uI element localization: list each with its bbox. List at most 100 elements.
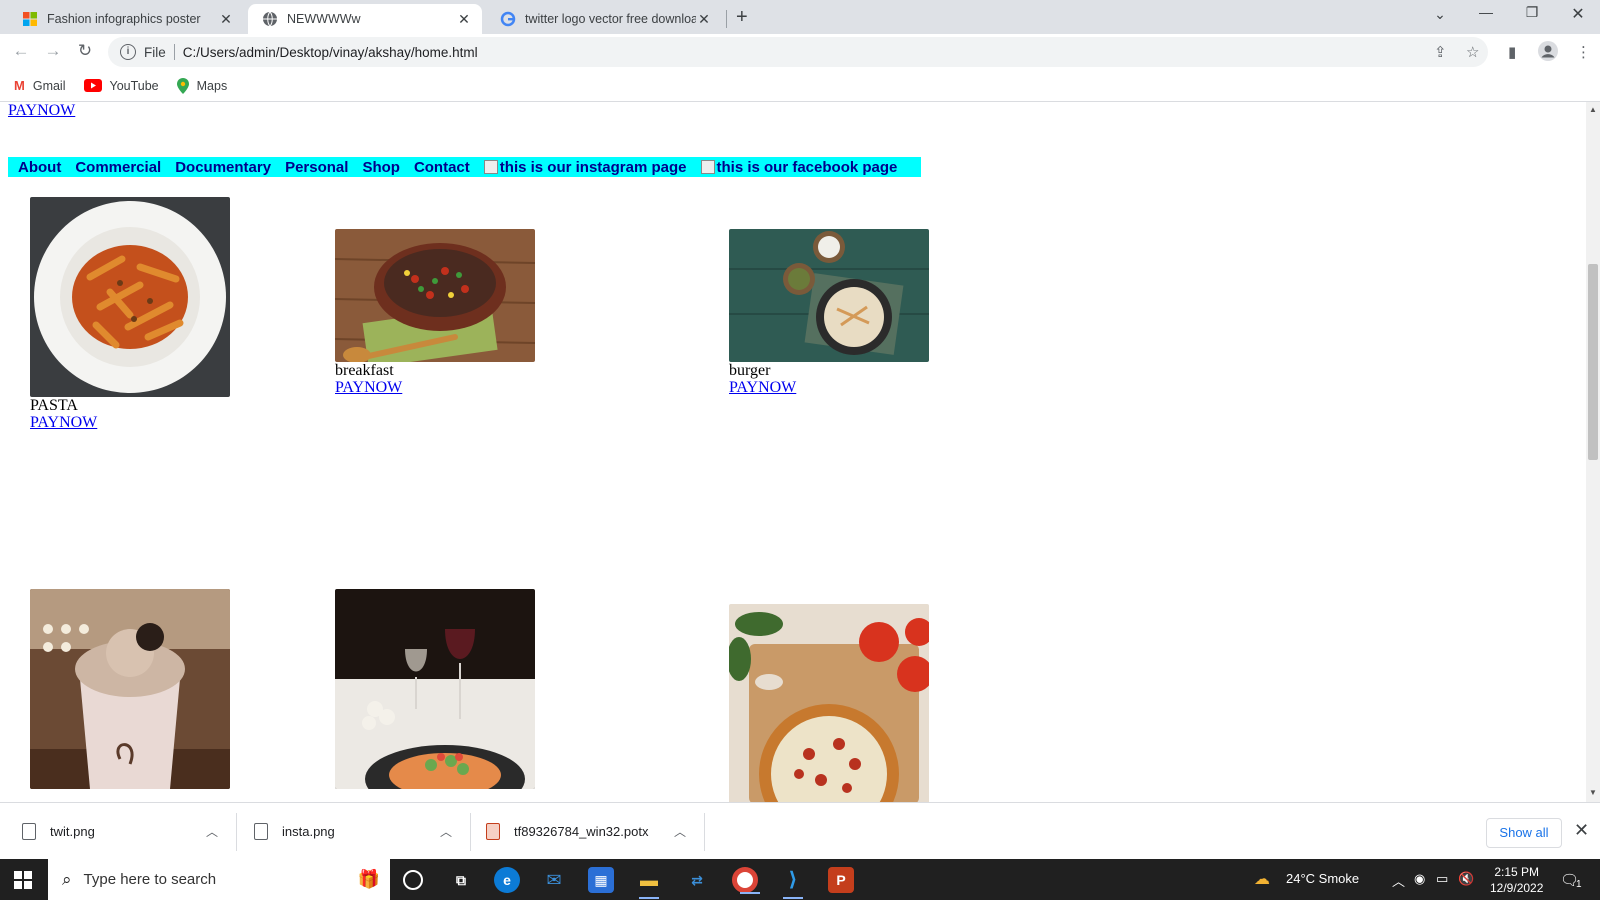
nav-contact[interactable]: Contact: [414, 159, 470, 176]
powerpoint-file-icon: [486, 823, 500, 840]
scroll-down-arrow-icon[interactable]: ▼: [1589, 788, 1597, 797]
close-window-button[interactable]: ✕: [1558, 4, 1598, 24]
youtube-icon: [83, 79, 102, 92]
menu-kebab-icon[interactable]: ⋮: [1576, 43, 1591, 61]
tab-title: Fashion infographics poster: [47, 12, 201, 26]
network-icon[interactable]: ▭: [1436, 871, 1448, 887]
close-icon[interactable]: ✕: [1574, 820, 1589, 841]
nav-shop[interactable]: Shop: [362, 159, 400, 176]
breakfast-photo: [335, 229, 535, 362]
address-url[interactable]: C:/Users/admin/Desktop/vinay/akshay/home…: [183, 45, 478, 60]
volume-muted-icon[interactable]: 🔇: [1458, 871, 1474, 887]
search-highlight-icon: 🎁: [357, 869, 380, 889]
meet-now-icon[interactable]: ◉: [1414, 871, 1425, 887]
forward-button[interactable]: →: [42, 41, 64, 61]
food-card-milkshake: [30, 589, 230, 789]
bookmarks-bar: M Gmail YouTube Maps: [0, 70, 1600, 102]
download-item-twit[interactable]: twit.png ︿: [22, 803, 222, 860]
new-tab-button[interactable]: +: [736, 6, 748, 29]
weather-icon[interactable]: ☁: [1254, 869, 1270, 889]
cortana-icon[interactable]: [403, 870, 423, 890]
task-view-icon[interactable]: ⧉: [448, 867, 474, 893]
food-caption: PASTA: [30, 397, 78, 414]
tab-newwwwww[interactable]: NEWWWWw ✕: [248, 4, 482, 34]
mail-icon[interactable]: ✉: [541, 867, 567, 893]
bookmark-youtube[interactable]: YouTube: [83, 79, 159, 93]
chevron-up-icon[interactable]: ︿: [440, 823, 452, 840]
scrollbar-thumb[interactable]: [1588, 264, 1598, 460]
share-icon[interactable]: ⇪: [1434, 43, 1447, 61]
chevron-up-icon[interactable]: ︿: [674, 823, 686, 840]
file-explorer-icon[interactable]: ▬: [636, 867, 662, 899]
side-panel-icon[interactable]: ▮: [1508, 43, 1516, 61]
paynow-link-top[interactable]: PAYNOW: [8, 102, 75, 120]
weather-text[interactable]: 24°C Smoke: [1286, 871, 1359, 886]
store-icon[interactable]: ▦: [588, 867, 614, 893]
download-separator: [236, 813, 237, 851]
close-icon[interactable]: ✕: [456, 11, 472, 28]
taskbar-clock[interactable]: 2:15 PM 12/9/2022: [1490, 864, 1543, 896]
nav-about[interactable]: About: [18, 159, 61, 176]
burger-photo: [729, 229, 929, 362]
restore-button[interactable]: ❐: [1512, 4, 1552, 21]
paynow-link[interactable]: PAYNOW: [30, 414, 97, 431]
tab-search-chevron-icon[interactable]: ⌄: [1420, 6, 1460, 23]
bookmark-star-icon[interactable]: ☆: [1466, 43, 1479, 61]
bookmark-label: Maps: [196, 78, 228, 93]
bookmark-label: Gmail: [32, 78, 66, 93]
back-button[interactable]: ←: [10, 41, 32, 61]
broken-image-icon: [483, 160, 498, 174]
powerpoint-icon[interactable]: P: [828, 867, 854, 893]
chevron-up-icon[interactable]: ︿: [1392, 871, 1405, 890]
image-file-icon: [22, 823, 36, 840]
nav-bar: About Commercial Documentary Personal Sh…: [8, 157, 922, 177]
tab-twitter-logo[interactable]: twitter logo vector free downloa ✕: [486, 4, 722, 34]
microsoft-icon: [23, 12, 37, 26]
nav-personal[interactable]: Personal: [285, 159, 348, 176]
tab-title: twitter logo vector free downloa: [525, 12, 696, 26]
download-item-insta[interactable]: insta.png ︿: [254, 803, 454, 860]
show-all-button[interactable]: Show all: [1486, 818, 1562, 848]
close-icon[interactable]: ✕: [218, 11, 234, 28]
address-divider: [173, 44, 175, 60]
paynow-link[interactable]: PAYNOW: [729, 379, 796, 396]
food-card-burger: burger PAYNOW: [729, 229, 929, 397]
instagram-link[interactable]: this is our instagram page: [483, 158, 687, 176]
download-separator: [470, 813, 471, 851]
chevron-up-icon[interactable]: ︿: [206, 823, 218, 840]
tab-separator: [726, 10, 727, 28]
gmail-icon: M: [14, 78, 25, 93]
minimize-button[interactable]: —: [1466, 4, 1506, 20]
tab-fashion-infographics[interactable]: Fashion infographics poster ✕: [8, 4, 244, 34]
profile-avatar[interactable]: [1538, 41, 1558, 65]
milkshake-photo: [30, 589, 230, 789]
close-icon[interactable]: ✕: [696, 11, 712, 28]
vscode-icon[interactable]: ⟩: [780, 867, 806, 899]
info-icon[interactable]: i: [120, 44, 136, 60]
paynow-link[interactable]: PAYNOW: [335, 379, 402, 396]
food-caption: burger: [729, 362, 771, 379]
scroll-up-arrow-icon[interactable]: ▲: [1589, 105, 1597, 114]
nav-documentary[interactable]: Documentary: [175, 159, 271, 176]
bookmark-gmail[interactable]: M Gmail: [14, 78, 66, 93]
page-scrollbar[interactable]: ▲ ▼: [1586, 102, 1600, 802]
instagram-alt-text: this is our instagram page: [499, 158, 687, 176]
download-item-potx[interactable]: tf89326784_win32.potx ︿: [486, 803, 694, 860]
bookmark-maps[interactable]: Maps: [176, 77, 228, 94]
image-file-icon: [254, 823, 268, 840]
windows-taskbar: ⌕ Type here to search 🎁 ⧉ e ✉ ▦ ▬ ⇄ ⟩ P …: [0, 859, 1600, 900]
food-card-pasta: PASTA PAYNOW: [30, 197, 230, 432]
tab-title: NEWWWWw: [287, 12, 361, 26]
address-bar[interactable]: i File C:/Users/admin/Desktop/vinay/aksh…: [108, 37, 1488, 67]
taskbar-search-box[interactable]: ⌕ Type here to search 🎁: [48, 859, 390, 900]
nav-commercial[interactable]: Commercial: [75, 159, 161, 176]
facebook-link[interactable]: this is our facebook page: [700, 159, 897, 176]
reload-button[interactable]: ↻: [74, 41, 96, 61]
windows-start-icon[interactable]: [14, 871, 32, 889]
food-caption: breakfast: [335, 362, 394, 379]
downloads-bar: twit.png ︿ insta.png ︿ tf89326784_win32.…: [0, 802, 1600, 859]
download-filename: tf89326784_win32.potx: [514, 824, 649, 839]
chrome-icon[interactable]: [732, 867, 760, 894]
remote-app-icon[interactable]: ⇄: [684, 867, 710, 893]
edge-icon[interactable]: e: [494, 867, 520, 893]
